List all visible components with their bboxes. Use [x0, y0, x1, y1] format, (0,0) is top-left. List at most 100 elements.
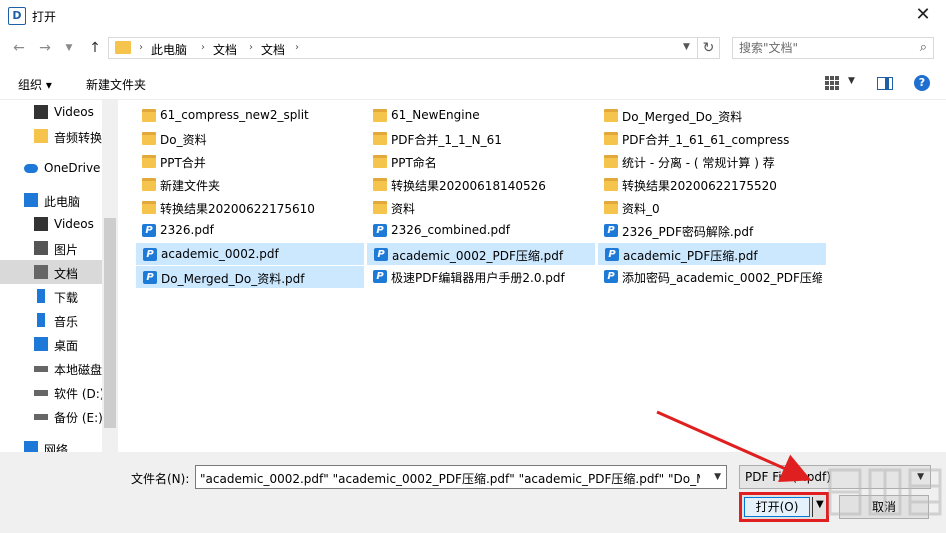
search-box[interactable]: ⌕ — [732, 37, 934, 59]
sidebar-item[interactable]: Videos — [0, 100, 102, 124]
recent-locations-button[interactable]: ▼ — [62, 37, 76, 59]
folder-item[interactable]: 61_NewEngine — [367, 105, 595, 127]
file-name: 资料_0 — [622, 202, 660, 216]
folder-item[interactable]: 统计 - 分离 - ( 常规计算 ) 荐 — [598, 151, 826, 173]
folder-item[interactable]: 新建文件夹 — [136, 174, 364, 196]
file-name: Do_Merged_Do_资料 — [622, 110, 743, 124]
file-name: 极速PDF编辑器用户手册2.0.pdf — [391, 271, 565, 285]
folder-item[interactable]: 资料 — [367, 197, 595, 219]
chevron-down-icon: ▼ — [65, 43, 73, 53]
file-name: 61_compress_new2_split — [160, 108, 309, 122]
folder-icon — [373, 132, 387, 145]
file-list: 61_compress_new2_split 61_NewEngine Do_Mer… — [118, 100, 946, 452]
sidebar-item-label: 网络 — [44, 443, 69, 452]
folder-item[interactable]: PPT合并 — [136, 151, 364, 173]
file-item[interactable]: Pacademic_0002_PDF压缩.pdf — [367, 243, 595, 265]
folder-icon — [142, 132, 156, 145]
pdf-icon: P — [373, 270, 387, 283]
filename-input[interactable]: "academic_0002.pdf" "academic_0002_PDF压缩… — [195, 465, 727, 489]
folder-item[interactable]: 转换结果20200618140526 — [367, 174, 595, 196]
folder-icon — [373, 109, 387, 122]
sidebar-item-label: 此电脑 — [44, 195, 81, 209]
sidebar-item[interactable]: 图片 — [0, 236, 102, 260]
sidebar-item-label: 图片 — [54, 243, 79, 257]
refresh-button[interactable]: ↻ — [698, 37, 720, 59]
folder-item[interactable]: 61_compress_new2_split — [136, 105, 364, 127]
breadcrumb-this-pc[interactable]: 此电脑 — [151, 41, 187, 58]
file-name: 2326.pdf — [160, 223, 214, 237]
chevron-right-icon: › — [139, 42, 143, 53]
desktop-icon — [34, 337, 48, 351]
drive-icon — [34, 414, 48, 420]
folder-icon — [34, 129, 48, 143]
file-name: 转换结果20200622175520 — [622, 179, 777, 193]
folder-item[interactable]: PDF合并_1_1_N_61 — [367, 128, 595, 150]
sidebar-item-label: 音频转换 — [54, 131, 103, 145]
chevron-down-icon[interactable]: ▼ — [714, 472, 721, 482]
file-item[interactable]: Pacademic_0002.pdf — [136, 243, 364, 265]
file-item[interactable]: P 2326.pdf — [136, 220, 364, 242]
breadcrumb-documents-sub[interactable]: 文档 — [261, 41, 285, 58]
scrollbar-thumb[interactable] — [104, 218, 116, 428]
sidebar-item[interactable]: OneDrive — [0, 156, 102, 180]
pdf-icon: P — [604, 270, 618, 283]
folder-item[interactable]: 资料_0 — [598, 197, 826, 219]
file-item[interactable]: P 极速PDF编辑器用户手册2.0.pdf — [367, 266, 595, 288]
folder-item[interactable]: 转换结果20200622175520 — [598, 174, 826, 196]
sidebar-item[interactable]: 音乐 — [0, 308, 102, 332]
sidebar-item[interactable]: 软件 (D:) — [0, 380, 104, 404]
filename-value: "academic_0002.pdf" "academic_0002_PDF压缩… — [200, 472, 700, 486]
open-button[interactable]: 打开(O) — [744, 497, 810, 517]
sidebar-item[interactable]: 备份 (E:) — [0, 404, 103, 428]
sidebar-item[interactable]: 音频转换 — [0, 124, 102, 148]
forward-button[interactable]: → — [34, 37, 56, 59]
file-name: Do_资料 — [160, 133, 207, 147]
file-name: PPT命名 — [391, 156, 437, 170]
folder-icon — [604, 178, 618, 191]
file-item[interactable]: P 2326_PDF密码解除.pdf — [598, 220, 826, 242]
chevron-right-icon: › — [295, 42, 299, 53]
sidebar-item[interactable]: 桌面 — [0, 332, 102, 356]
chevron-down-icon[interactable]: ▼ — [683, 42, 690, 52]
file-item[interactable]: P Do_Merged_Do_资料.pdf — [136, 266, 364, 288]
caret-down-icon[interactable]: ▼ — [816, 499, 824, 510]
file-item[interactable]: P 添加密码_academic_0002_PDF压缩... — [598, 266, 826, 288]
organize-button[interactable]: 组织 ▾ — [18, 76, 52, 93]
filename-label: 文件名(N): — [131, 472, 190, 486]
sidebar-item[interactable]: 下载 — [0, 284, 102, 308]
sidebar-item[interactable]: Videos — [0, 212, 102, 236]
open-button-highlight[interactable]: 打开(O) ▼ — [739, 492, 829, 522]
help-icon[interactable]: ? — [914, 75, 930, 91]
sidebar-item[interactable]: 此电脑 — [0, 188, 102, 212]
up-button[interactable]: ↑ — [84, 37, 106, 59]
folder-item[interactable]: 转换结果20200622175610 — [136, 197, 364, 219]
cloud-icon — [24, 164, 38, 173]
sidebar-item[interactable]: 本地磁盘 — [0, 356, 102, 380]
close-icon: ✕ — [915, 4, 931, 25]
address-bar[interactable]: › 此电脑 › 文档 › 文档 › ▼ — [108, 37, 698, 59]
chevron-down-icon[interactable]: ▼ — [848, 76, 855, 86]
preview-pane-icon[interactable] — [877, 77, 893, 90]
file-item[interactable]: P 2326_combined.pdf — [367, 220, 595, 242]
view-options-icon[interactable] — [824, 75, 840, 91]
sidebar-item-label: Videos — [54, 105, 94, 119]
file-name: academic_0002.pdf — [161, 247, 279, 261]
search-input[interactable] — [739, 40, 909, 56]
sidebar-item-label: 桌面 — [54, 339, 79, 353]
file-item[interactable]: Pacademic_PDF压缩.pdf — [598, 243, 826, 265]
file-name: 转换结果20200622175610 — [160, 202, 315, 216]
file-name: 添加密码_academic_0002_PDF压缩... — [622, 271, 822, 285]
folder-item[interactable]: PPT命名 — [367, 151, 595, 173]
close-button[interactable]: ✕ — [900, 0, 946, 32]
back-button[interactable]: ← — [8, 37, 30, 59]
folder-item[interactable]: PDF合并_1_61_61_compress — [598, 128, 826, 150]
refresh-icon: ↻ — [702, 40, 715, 56]
folder-item[interactable]: Do_Merged_Do_资料 — [598, 105, 826, 127]
sidebar-item[interactable]: 文档 — [0, 260, 102, 284]
sidebar-item[interactable]: 网络 — [0, 436, 102, 452]
folder-item[interactable]: Do_资料 — [136, 128, 364, 150]
computer-icon — [24, 193, 38, 207]
drive-icon — [34, 390, 48, 396]
new-folder-button[interactable]: 新建文件夹 — [86, 76, 146, 93]
breadcrumb-documents[interactable]: 文档 — [213, 41, 237, 58]
